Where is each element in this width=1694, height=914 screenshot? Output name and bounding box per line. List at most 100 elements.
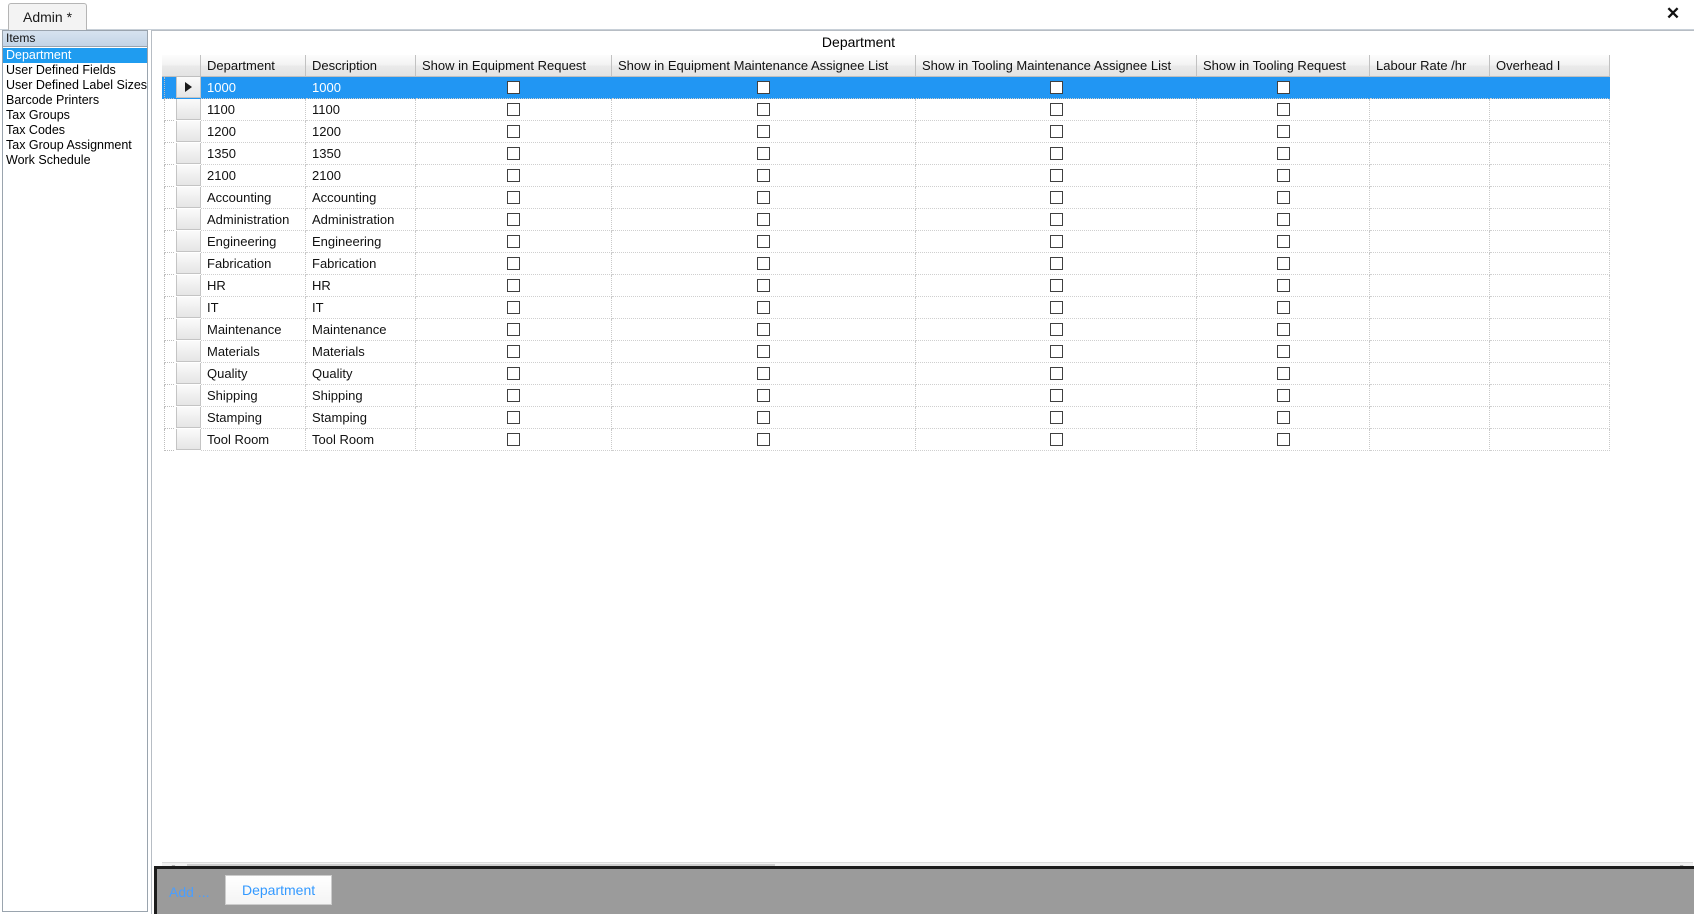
cell-show-tooling-maint-assignee[interactable] [916,429,1197,451]
checkbox-show-tooling-request[interactable] [1276,411,1290,425]
column-header-department[interactable]: Department [201,55,306,77]
checkbox-show-tooling-maint-assignee[interactable] [1049,103,1063,117]
row-selector[interactable] [176,275,201,296]
checkbox-show-equipment-maint-assignee[interactable] [757,125,770,139]
cell-show-equipment-request[interactable] [416,297,612,319]
cell-labour-rate[interactable] [1370,407,1490,429]
cell-description[interactable]: Stamping [306,407,416,429]
cell-show-equipment-request[interactable] [416,363,612,385]
row-selector[interactable] [176,77,201,98]
cell-description[interactable]: IT [306,297,416,319]
cell-description[interactable]: 1350 [306,143,416,165]
cell-description[interactable]: 1100 [306,99,416,121]
cell-labour-rate[interactable] [1370,121,1490,143]
cell-department[interactable]: Maintenance [201,319,306,341]
cell-overhead[interactable] [1490,297,1610,319]
cell-description[interactable]: 1200 [306,121,416,143]
sidebar-item-barcode-printers[interactable]: Barcode Printers [3,93,147,108]
checkbox-show-tooling-maint-assignee[interactable] [1049,433,1063,447]
checkbox-show-tooling-maint-assignee[interactable] [1049,323,1063,337]
row-header-cell[interactable] [162,385,201,407]
cell-labour-rate[interactable] [1370,99,1490,121]
row-selector[interactable] [176,99,201,120]
cell-department[interactable]: 1000 [201,77,306,99]
cell-department[interactable]: 1100 [201,99,306,121]
table-row[interactable]: Stamping Stamping [162,407,1694,429]
row-header-cell[interactable] [162,187,201,209]
checkbox-show-tooling-request[interactable] [1276,103,1290,117]
cell-labour-rate[interactable] [1370,253,1490,275]
table-row[interactable]: Administration Administration [162,209,1694,231]
checkbox-show-tooling-maint-assignee[interactable] [1049,389,1063,403]
row-header-cell[interactable] [162,121,201,143]
checkbox-show-equipment-maint-assignee[interactable] [757,103,770,117]
row-selector[interactable] [176,231,201,252]
cell-show-equipment-request[interactable] [416,165,612,187]
row-header-cell[interactable] [162,77,201,99]
table-row[interactable]: 1350 1350 [162,143,1694,165]
cell-labour-rate[interactable] [1370,341,1490,363]
tab-admin[interactable]: Admin * [8,3,88,30]
cell-show-tooling-maint-assignee[interactable] [916,319,1197,341]
cell-overhead[interactable] [1490,143,1610,165]
checkbox-show-tooling-maint-assignee[interactable] [1049,367,1063,381]
cell-show-tooling-maint-assignee[interactable] [916,231,1197,253]
checkbox-show-tooling-maint-assignee[interactable] [1049,147,1063,161]
department-grid[interactable]: Department Description Show in Equipment R… [162,55,1694,800]
cell-labour-rate[interactable] [1370,429,1490,451]
checkbox-show-equipment-maint-assignee[interactable] [757,367,770,381]
checkbox-show-equipment-request[interactable] [507,81,520,95]
checkbox-show-equipment-maint-assignee[interactable] [757,301,770,315]
close-icon[interactable]: ✕ [1662,3,1684,25]
checkbox-show-equipment-request[interactable] [507,367,520,381]
grid-header-row[interactable]: Department Description Show in Equipment R… [162,55,1694,77]
cell-labour-rate[interactable] [1370,187,1490,209]
row-selector[interactable] [176,385,201,406]
cell-show-tooling-maint-assignee[interactable] [916,121,1197,143]
cell-show-equipment-maint-assignee[interactable] [612,209,916,231]
table-row[interactable]: 1100 1100 [162,99,1694,121]
cell-show-tooling-request[interactable] [1197,253,1370,275]
cell-department[interactable]: 1200 [201,121,306,143]
row-selector[interactable] [176,209,201,230]
sidebar-item-tax-codes[interactable]: Tax Codes [3,123,147,138]
checkbox-show-tooling-request[interactable] [1276,301,1290,315]
cell-overhead[interactable] [1490,363,1610,385]
cell-show-equipment-request[interactable] [416,407,612,429]
cell-labour-rate[interactable] [1370,319,1490,341]
cell-overhead[interactable] [1490,253,1610,275]
row-selector[interactable] [176,319,201,340]
row-header-cell[interactable] [162,253,201,275]
cell-labour-rate[interactable] [1370,209,1490,231]
cell-overhead[interactable] [1490,165,1610,187]
cell-show-tooling-maint-assignee[interactable] [916,385,1197,407]
cell-description[interactable]: Maintenance [306,319,416,341]
sidebar-item-department[interactable]: Department [3,48,147,63]
checkbox-show-equipment-maint-assignee[interactable] [757,257,770,271]
cell-show-equipment-maint-assignee[interactable] [612,385,916,407]
column-header-rowhdr[interactable] [162,55,201,77]
cell-show-equipment-request[interactable] [416,187,612,209]
column-header-show-equipment-request[interactable]: Show in Equipment Request [416,55,612,77]
checkbox-show-tooling-request[interactable] [1276,147,1290,161]
cell-overhead[interactable] [1490,99,1610,121]
checkbox-show-equipment-maint-assignee[interactable] [757,411,770,425]
table-row[interactable]: 1200 1200 [162,121,1694,143]
cell-labour-rate[interactable] [1370,275,1490,297]
row-header-cell[interactable] [162,341,201,363]
checkbox-show-equipment-request[interactable] [507,257,520,271]
row-selector[interactable] [176,143,201,164]
checkbox-show-tooling-maint-assignee[interactable] [1049,81,1063,95]
table-row[interactable]: Engineering Engineering [162,231,1694,253]
cell-overhead[interactable] [1490,429,1610,451]
cell-department[interactable]: 1350 [201,143,306,165]
add-button[interactable]: Add ... [169,884,209,900]
checkbox-show-equipment-request[interactable] [507,235,520,249]
items-list[interactable]: Department User Defined Fields User Define… [3,48,147,910]
cell-overhead[interactable] [1490,319,1610,341]
cell-description[interactable]: Engineering [306,231,416,253]
cell-show-tooling-request[interactable] [1197,231,1370,253]
row-header-cell[interactable] [162,165,201,187]
checkbox-show-equipment-request[interactable] [507,433,520,447]
row-header-cell[interactable] [162,429,201,451]
